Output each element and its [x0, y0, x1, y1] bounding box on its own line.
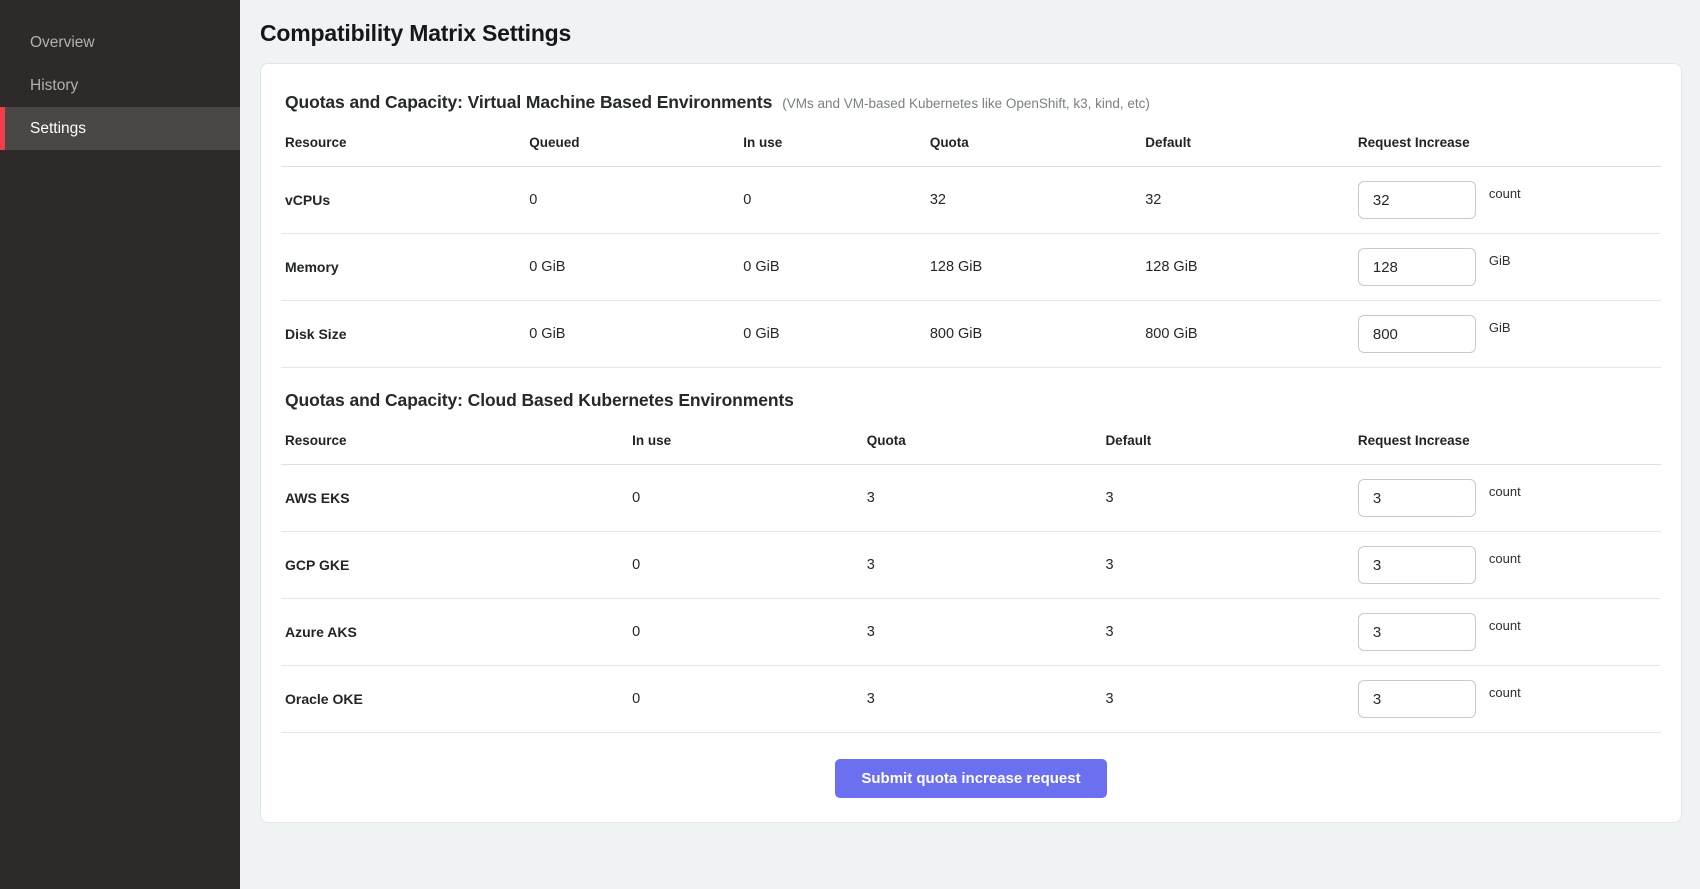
page-title: Compatibility Matrix Settings — [260, 20, 1682, 47]
quota-value: 3 — [867, 557, 1106, 573]
k8s-section-title: Quotas and Capacity: Cloud Based Kuberne… — [285, 390, 794, 411]
table-row: AWS EKS033count — [281, 465, 1661, 532]
quota-value: 3 — [867, 624, 1106, 640]
quota-value: 3 — [867, 490, 1106, 506]
sidebar-nav: OverviewHistorySettings — [0, 21, 240, 150]
sidebar-item-settings[interactable]: Settings — [0, 107, 240, 150]
resource-name: Disk Size — [285, 326, 529, 342]
queued-value: 0 GiB — [529, 259, 743, 275]
submit-quota-increase-button[interactable]: Submit quota increase request — [835, 759, 1106, 798]
resource-name: vCPUs — [285, 192, 529, 208]
column-header: Default — [1145, 135, 1358, 150]
request-increase-cell: GiB — [1358, 248, 1657, 286]
table-row: Oracle OKE033count — [281, 666, 1661, 733]
resource-name: Oracle OKE — [285, 691, 632, 707]
column-header: Queued — [529, 135, 743, 150]
column-header: Quota — [930, 135, 1145, 150]
quota-value: 3 — [867, 691, 1106, 707]
unit-label: count — [1489, 685, 1521, 700]
unit-label: count — [1489, 186, 1521, 201]
k8s_section-body: AWS EKS033countGCP GKE033countAzure AKS0… — [281, 465, 1661, 733]
vm_section-header-row: ResourceQueuedIn useQuotaDefaultRequest … — [281, 129, 1661, 167]
request-increase-cell: GiB — [1358, 315, 1657, 353]
request-increase-cell: count — [1358, 479, 1657, 517]
request-increase-input[interactable] — [1358, 181, 1476, 219]
queued-value: 0 GiB — [529, 326, 743, 342]
quotas-card: Quotas and Capacity: Virtual Machine Bas… — [260, 63, 1682, 823]
vm-section-title: Quotas and Capacity: Virtual Machine Bas… — [285, 92, 772, 113]
request-increase-cell: count — [1358, 680, 1657, 718]
card-footer: Submit quota increase request — [281, 733, 1661, 808]
default-value: 32 — [1145, 192, 1358, 208]
default-value: 3 — [1105, 490, 1357, 506]
column-header: Quota — [867, 433, 1106, 448]
quota-value: 128 GiB — [930, 259, 1145, 275]
request-increase-input[interactable] — [1358, 680, 1476, 718]
request-increase-input[interactable] — [1358, 315, 1476, 353]
request-increase-input[interactable] — [1358, 479, 1476, 517]
request-increase-input[interactable] — [1358, 613, 1476, 651]
k8s_section-header-row: ResourceIn useQuotaDefaultRequest Increa… — [281, 427, 1661, 465]
request-increase-input[interactable] — [1358, 546, 1476, 584]
vm-section-heading: Quotas and Capacity: Virtual Machine Bas… — [281, 70, 1661, 129]
in-use-value: 0 — [632, 691, 867, 707]
column-header: Request Increase — [1358, 135, 1657, 150]
table-row: Memory0 GiB0 GiB128 GiB128 GiBGiB — [281, 234, 1661, 301]
table-row: Disk Size0 GiB0 GiB800 GiB800 GiBGiB — [281, 301, 1661, 368]
default-value: 3 — [1105, 557, 1357, 573]
sidebar-item-overview[interactable]: Overview — [0, 21, 240, 64]
vm-section-subtitle: (VMs and VM-based Kubernetes like OpenSh… — [782, 96, 1150, 111]
resource-name: Azure AKS — [285, 624, 632, 640]
unit-label: GiB — [1489, 253, 1511, 268]
in-use-value: 0 — [632, 490, 867, 506]
resource-name: Memory — [285, 259, 529, 275]
column-header: Resource — [285, 135, 529, 150]
vm_section-body: vCPUs003232countMemory0 GiB0 GiB128 GiB1… — [281, 167, 1661, 368]
resource-name: AWS EKS — [285, 490, 632, 506]
default-value: 800 GiB — [1145, 326, 1358, 342]
table-row: vCPUs003232count — [281, 167, 1661, 234]
in-use-value: 0 — [743, 192, 930, 208]
column-header: In use — [632, 433, 867, 448]
table-row: Azure AKS033count — [281, 599, 1661, 666]
column-header: Default — [1105, 433, 1357, 448]
request-increase-cell: count — [1358, 613, 1657, 651]
in-use-value: 0 — [632, 557, 867, 573]
unit-label: count — [1489, 484, 1521, 499]
in-use-value: 0 GiB — [743, 259, 930, 275]
quota-value: 32 — [930, 192, 1145, 208]
default-value: 128 GiB — [1145, 259, 1358, 275]
unit-label: GiB — [1489, 320, 1511, 335]
unit-label: count — [1489, 618, 1521, 633]
request-increase-cell: count — [1358, 546, 1657, 584]
main-content: Compatibility Matrix Settings Quotas and… — [240, 0, 1700, 889]
request-increase-input[interactable] — [1358, 248, 1476, 286]
column-header: Request Increase — [1358, 433, 1657, 448]
unit-label: count — [1489, 551, 1521, 566]
in-use-value: 0 GiB — [743, 326, 930, 342]
table-row: GCP GKE033count — [281, 532, 1661, 599]
k8s-section-heading: Quotas and Capacity: Cloud Based Kuberne… — [281, 368, 1661, 427]
request-increase-cell: count — [1358, 181, 1657, 219]
column-header: In use — [743, 135, 930, 150]
default-value: 3 — [1105, 691, 1357, 707]
queued-value: 0 — [529, 192, 743, 208]
resource-name: GCP GKE — [285, 557, 632, 573]
sidebar-item-history[interactable]: History — [0, 64, 240, 107]
default-value: 3 — [1105, 624, 1357, 640]
column-header: Resource — [285, 433, 632, 448]
sidebar: OverviewHistorySettings — [0, 0, 240, 889]
in-use-value: 0 — [632, 624, 867, 640]
quota-value: 800 GiB — [930, 326, 1145, 342]
